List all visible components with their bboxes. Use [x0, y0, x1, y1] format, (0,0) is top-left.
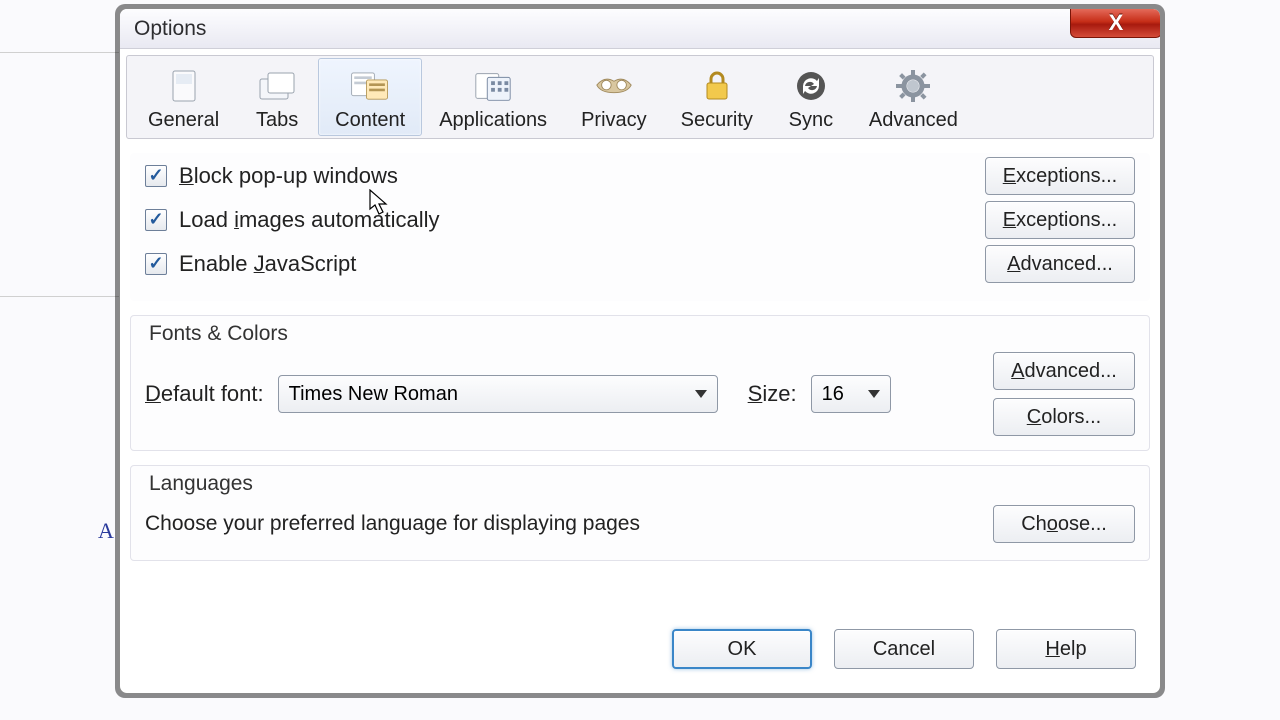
tab-advanced[interactable]: Advanced: [852, 58, 975, 136]
languages-group: Languages Choose your preferred language…: [130, 465, 1150, 561]
load-images-exceptions-button[interactable]: Exceptions...: [985, 201, 1135, 239]
content-pane: Block pop-up windows Exceptions... Load …: [126, 149, 1154, 575]
load-images-checkbox[interactable]: [145, 209, 167, 231]
close-icon: X: [1109, 10, 1124, 36]
dialog-buttons: OK Cancel Help: [126, 617, 1154, 687]
tab-privacy[interactable]: Privacy: [564, 58, 664, 136]
tab-sync[interactable]: Sync: [770, 58, 852, 136]
tab-advanced-label: Advanced: [869, 109, 958, 132]
tabs-icon: [256, 65, 298, 107]
close-button[interactable]: X: [1070, 8, 1161, 38]
block-popups-checkbox[interactable]: [145, 165, 167, 187]
tab-general[interactable]: General: [131, 58, 236, 136]
tab-general-label: General: [148, 109, 219, 132]
fonts-colors-title: Fonts & Colors: [145, 322, 1135, 346]
content-icon: [349, 65, 391, 107]
tab-content-label: Content: [335, 109, 405, 132]
font-size-select[interactable]: 16: [811, 375, 891, 413]
tab-content[interactable]: Content: [318, 58, 422, 136]
gear-icon: [892, 65, 934, 107]
tab-tabs[interactable]: Tabs: [236, 58, 318, 136]
default-font-value: Times New Roman: [289, 383, 458, 406]
block-popups-label: Block pop-up windows: [179, 163, 398, 189]
privacy-icon: [593, 65, 635, 107]
options-dialog: Options X General Tabs: [119, 8, 1161, 694]
fonts-colors-group: Fonts & Colors Default font: Times New R…: [130, 315, 1150, 451]
languages-desc: Choose your preferred language for displ…: [145, 512, 640, 536]
fonts-advanced-button[interactable]: Advanced...: [993, 352, 1135, 390]
enable-js-checkbox[interactable]: [145, 253, 167, 275]
block-popups-exceptions-button[interactable]: Exceptions...: [985, 157, 1135, 195]
tab-security[interactable]: Security: [664, 58, 770, 136]
tab-applications-label: Applications: [439, 109, 547, 132]
content-toggles-group: Block pop-up windows Exceptions... Load …: [130, 153, 1150, 301]
tab-tabs-label: Tabs: [256, 109, 298, 132]
chevron-down-icon: [695, 390, 707, 398]
background-text: A: [98, 518, 114, 544]
applications-icon: [472, 65, 514, 107]
help-button[interactable]: Help: [996, 629, 1136, 669]
tab-security-label: Security: [681, 109, 753, 132]
tab-sync-label: Sync: [789, 109, 833, 132]
ok-button[interactable]: OK: [672, 629, 812, 669]
load-images-label: Load images automatically: [179, 207, 440, 233]
font-size-label: Size:: [748, 381, 797, 407]
category-toolbar: General Tabs Content Applications: [126, 55, 1154, 139]
languages-title: Languages: [145, 472, 1135, 496]
enable-js-label: Enable JavaScript: [179, 251, 356, 277]
font-size-value: 16: [822, 383, 844, 406]
enable-js-advanced-button[interactable]: Advanced...: [985, 245, 1135, 283]
chevron-down-icon: [868, 390, 880, 398]
cancel-button[interactable]: Cancel: [834, 629, 974, 669]
tab-privacy-label: Privacy: [581, 109, 647, 132]
window-title: Options: [134, 17, 206, 41]
colors-button[interactable]: Colors...: [993, 398, 1135, 436]
general-icon: [163, 65, 205, 107]
titlebar[interactable]: Options X: [120, 9, 1160, 49]
tab-applications[interactable]: Applications: [422, 58, 564, 136]
security-icon: [696, 65, 738, 107]
default-font-label: Default font:: [145, 381, 264, 407]
default-font-select[interactable]: Times New Roman: [278, 375, 718, 413]
sync-icon: [790, 65, 832, 107]
languages-choose-button[interactable]: Choose...: [993, 505, 1135, 543]
